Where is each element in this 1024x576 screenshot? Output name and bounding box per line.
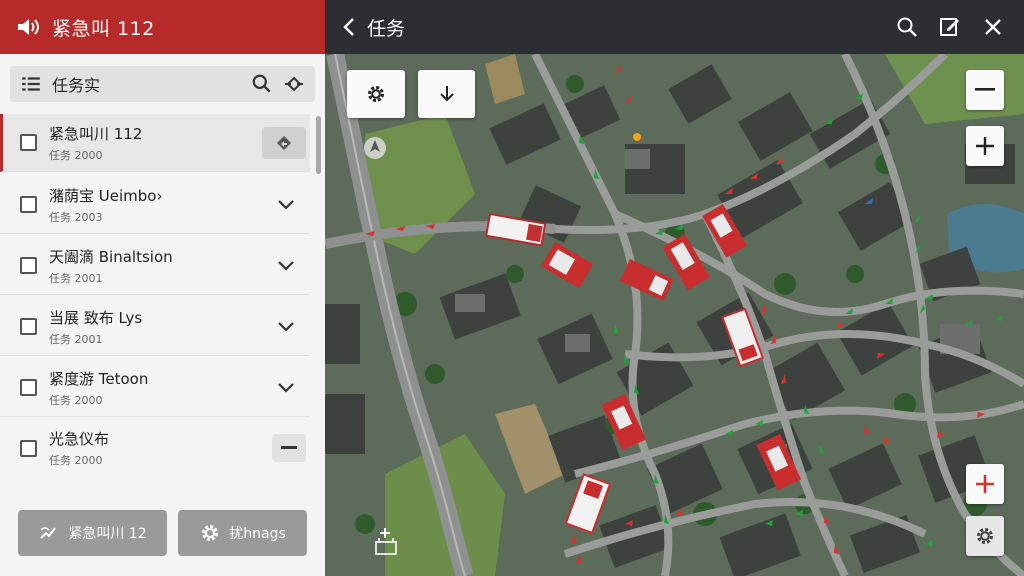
chevron-down-icon [278, 199, 294, 210]
settings-label: 扰hnags [229, 526, 286, 542]
search-icon[interactable] [251, 73, 273, 95]
list-scrollbar[interactable] [316, 116, 321, 174]
satellite-map[interactable] [325, 54, 1024, 576]
expand-button[interactable] [266, 189, 306, 221]
checkbox[interactable] [20, 257, 37, 274]
list-item-title: 潴荫宝 Ueimbo› [49, 186, 163, 205]
list-item[interactable]: 潴荫宝 Ueimbo› 任务 2003 [0, 176, 310, 234]
settings-button[interactable]: 扰hnags [178, 510, 307, 556]
compass-icon[interactable] [364, 137, 386, 159]
panel-header: 紧急叫 112 [0, 0, 325, 54]
download-button[interactable] [418, 70, 475, 118]
zoom-in-button[interactable] [966, 126, 1004, 166]
map-options-button[interactable] [966, 516, 1004, 556]
incident-marker[interactable] [633, 133, 641, 141]
checkbox[interactable] [20, 134, 37, 151]
app-window: 紧急叫 112 任务实 紧急叫川 112 任务 2000 潴荫宝 Ueimbo›… [0, 0, 1024, 576]
list-item[interactable]: 天阖滴 Binaltsion 任务 2001 [0, 237, 310, 295]
gear-icon [202, 525, 219, 541]
map-view[interactable] [325, 54, 1024, 576]
add-incident-button[interactable] [966, 464, 1004, 504]
list-item[interactable]: 紧度游 Tetoon 任务 2000 [0, 359, 310, 417]
checkbox[interactable] [20, 439, 37, 457]
checkbox[interactable] [20, 196, 37, 213]
list-item-title: 光急仪布 [49, 430, 110, 448]
route-button[interactable] [262, 126, 306, 159]
close-icon[interactable] [981, 15, 1005, 39]
zoom-out-button[interactable] [966, 70, 1004, 110]
signal-icon [40, 527, 57, 539]
list-item-title: 天阖滴 Binaltsion [49, 247, 173, 266]
minus-icon [975, 88, 995, 91]
task-search-bar[interactable]: 任务实 [10, 66, 315, 102]
emergency-call-label: 紧急叫川 12 [68, 526, 147, 542]
edit-icon[interactable] [938, 15, 962, 39]
chevron-down-icon [278, 382, 294, 393]
route-icon [277, 135, 291, 150]
plus-icon [976, 137, 994, 155]
expand-button[interactable] [266, 372, 306, 404]
search-label: 任务实 [52, 76, 101, 95]
list-item-subtitle: 任务 2000 [49, 454, 103, 467]
chevron-left-icon[interactable] [339, 16, 361, 38]
page-title: 任务 [367, 17, 406, 40]
chevron-down-icon [278, 321, 294, 332]
list-item[interactable]: 紧急叫川 112 任务 2000 [0, 114, 310, 172]
list-item-title: 紧急叫川 112 [49, 124, 143, 143]
list-item-title: 紧度游 Tetoon [49, 369, 149, 388]
minus-icon [281, 446, 297, 449]
checkbox[interactable] [20, 318, 37, 335]
plus-icon [976, 475, 994, 493]
collapse-button[interactable] [272, 434, 306, 462]
list-item-subtitle: 任务 2001 [49, 271, 103, 285]
checkbox[interactable] [20, 379, 37, 396]
list-item-text: 紧度游 Tetoon 任务 2000 [49, 368, 266, 408]
list-item[interactable]: 光急仪布 任务 2000 [0, 419, 310, 477]
list-icon[interactable] [20, 73, 42, 95]
list-item-text: 潴荫宝 Ueimbo› 任务 2003 [49, 185, 266, 225]
panel-title: 紧急叫 112 [52, 17, 155, 40]
chevron-down-icon [278, 260, 294, 271]
gear-icon [368, 86, 384, 102]
list-item-subtitle: 任务 2001 [49, 332, 103, 346]
list-item-text: 紧急叫川 112 任务 2000 [49, 123, 262, 163]
expand-button[interactable] [266, 250, 306, 282]
task-list: 紧急叫川 112 任务 2000 潴荫宝 Ueimbo› 任务 2003 天阖滴… [0, 114, 325, 498]
list-item[interactable]: 当展 致布 Lys 任务 2001 [0, 298, 310, 356]
list-item-text: 天阖滴 Binaltsion 任务 2001 [49, 246, 266, 286]
list-item-subtitle: 任务 2000 [49, 148, 103, 162]
map-settings-button[interactable] [347, 70, 405, 118]
task-top-bar: 任务 [325, 0, 1024, 54]
route-icon[interactable] [283, 73, 305, 95]
list-item-text: 当展 致布 Lys 任务 2001 [49, 307, 266, 347]
emergency-call-button[interactable]: 紧急叫川 12 [18, 510, 167, 556]
list-item-subtitle: 任务 2003 [49, 210, 103, 224]
list-item-title: 当展 致布 Lys [49, 308, 143, 327]
expand-button[interactable] [266, 311, 306, 343]
speaker-icon [18, 19, 39, 35]
search-icon[interactable] [895, 15, 919, 39]
list-item-text: 光急仪布 任务 2000 [49, 428, 272, 468]
gear-icon [977, 528, 993, 544]
incident-panel: 紧急叫 112 任务实 紧急叫川 112 任务 2000 潴荫宝 Ueimbo›… [0, 0, 325, 576]
arrow-down-icon [439, 86, 454, 102]
list-item-subtitle: 任务 2000 [49, 393, 103, 407]
